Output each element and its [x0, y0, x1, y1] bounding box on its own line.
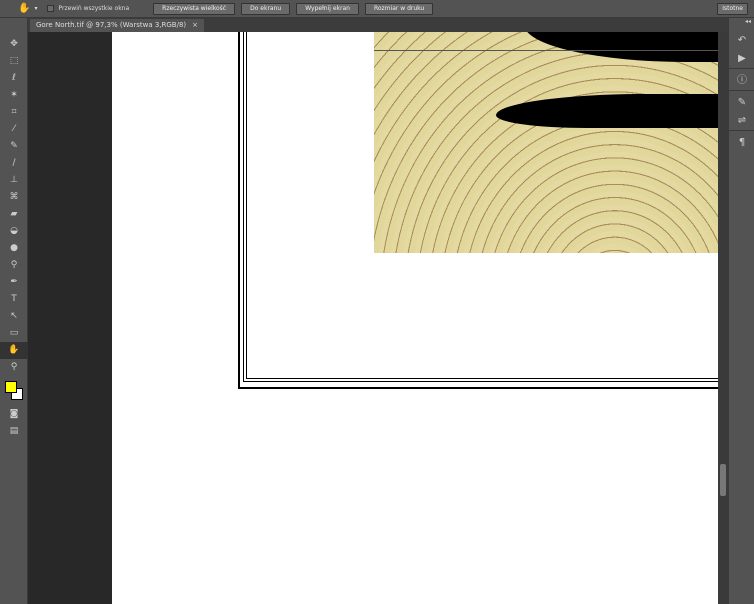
- crop-tool-icon[interactable]: ⌗: [0, 104, 28, 121]
- close-tab-icon[interactable]: ×: [192, 21, 198, 30]
- type-tool-icon[interactable]: T: [0, 291, 28, 308]
- eraser-tool-icon[interactable]: ▰: [0, 206, 28, 223]
- quick-mask-icon[interactable]: ◙: [0, 406, 28, 423]
- path-selection-tool-icon[interactable]: ↖: [0, 308, 28, 325]
- brushes-panel-icon[interactable]: ✎: [729, 94, 754, 112]
- move-tool-icon[interactable]: ✥: [0, 36, 28, 53]
- document-title: Gore North.tif @ 97,3% (Warstwa 3,RGB/8): [36, 21, 187, 29]
- scroll-all-checkbox[interactable]: [47, 5, 55, 12]
- print-size-button[interactable]: Rozmiar w druku: [364, 2, 434, 15]
- paint-bucket-tool-icon[interactable]: ◒: [0, 223, 28, 240]
- shape-tool-icon[interactable]: ▭: [0, 325, 28, 342]
- map-image: [374, 32, 718, 253]
- healing-brush-tool-icon[interactable]: ✎: [0, 138, 28, 155]
- magic-wand-tool-icon[interactable]: ✶: [0, 87, 28, 104]
- screen-mode-icon[interactable]: ▤: [0, 423, 28, 440]
- marquee-tool-icon[interactable]: ⬚: [0, 53, 28, 70]
- adjustments-panel-icon[interactable]: ⇌: [729, 112, 754, 130]
- toolbar: ✥ ⬚ ℓ ✶ ⌗ ⁄ ✎ ∕ ⊥ ⌘ ▰ ◒ ● ⚲ ✒ T ↖ ▭ ✋ ⚲ …: [0, 18, 28, 604]
- lasso-tool-icon[interactable]: ℓ: [0, 70, 28, 87]
- color-swatches[interactable]: [0, 376, 27, 406]
- hand-tool-icon[interactable]: ✋: [0, 342, 28, 359]
- history-panel-icon[interactable]: ↶: [729, 32, 754, 50]
- fit-screen-button[interactable]: Do ekranu: [241, 2, 291, 15]
- stamp-tool-icon[interactable]: ⊥: [0, 172, 28, 189]
- map-line: [374, 50, 718, 51]
- map-black-shape-2: [496, 94, 718, 128]
- scrollbar-thumb[interactable]: [720, 464, 726, 496]
- eyedropper-tool-icon[interactable]: ⁄: [0, 121, 28, 138]
- zoom-tool-icon[interactable]: ⚲: [0, 359, 28, 376]
- blur-tool-icon[interactable]: ●: [0, 240, 28, 257]
- panel-dock: ◂◂ ↶ ▶ ⓘ ✎ ⇌ ¶: [728, 18, 754, 604]
- vertical-scrollbar[interactable]: [718, 32, 728, 604]
- actions-panel-icon[interactable]: ▶: [729, 50, 754, 68]
- pen-tool-icon[interactable]: ✒: [0, 274, 28, 291]
- paragraph-panel-icon[interactable]: ¶: [729, 134, 754, 152]
- map-black-shape-1: [524, 32, 718, 62]
- document-canvas[interactable]: [112, 32, 718, 604]
- foreground-color-swatch[interactable]: [5, 381, 17, 393]
- history-brush-tool-icon[interactable]: ⌘: [0, 189, 28, 206]
- pasteboard: [29, 32, 112, 604]
- scroll-all-label: Przewiń wszystkie okna: [58, 5, 130, 12]
- collapse-panels-icon[interactable]: ◂◂: [729, 18, 754, 32]
- document-tab-bar: Gore North.tif @ 97,3% (Warstwa 3,RGB/8)…: [28, 18, 728, 32]
- workspace-button[interactable]: Istotne: [717, 2, 748, 15]
- actual-pixels-button[interactable]: Rzeczywista wielkość: [153, 2, 236, 15]
- tool-preset-dropdown[interactable]: ▾: [34, 5, 37, 12]
- hand-icon[interactable]: ✋: [18, 3, 30, 14]
- brush-tool-icon[interactable]: ∕: [0, 155, 28, 172]
- dodge-tool-icon[interactable]: ⚲: [0, 257, 28, 274]
- document-tab[interactable]: Gore North.tif @ 97,3% (Warstwa 3,RGB/8)…: [30, 19, 205, 32]
- info-panel-icon[interactable]: ⓘ: [729, 72, 754, 90]
- fill-screen-button[interactable]: Wypełnij ekran: [296, 2, 359, 15]
- options-bar: ✋ ▾ Przewiń wszystkie okna Rzeczywista w…: [0, 0, 754, 18]
